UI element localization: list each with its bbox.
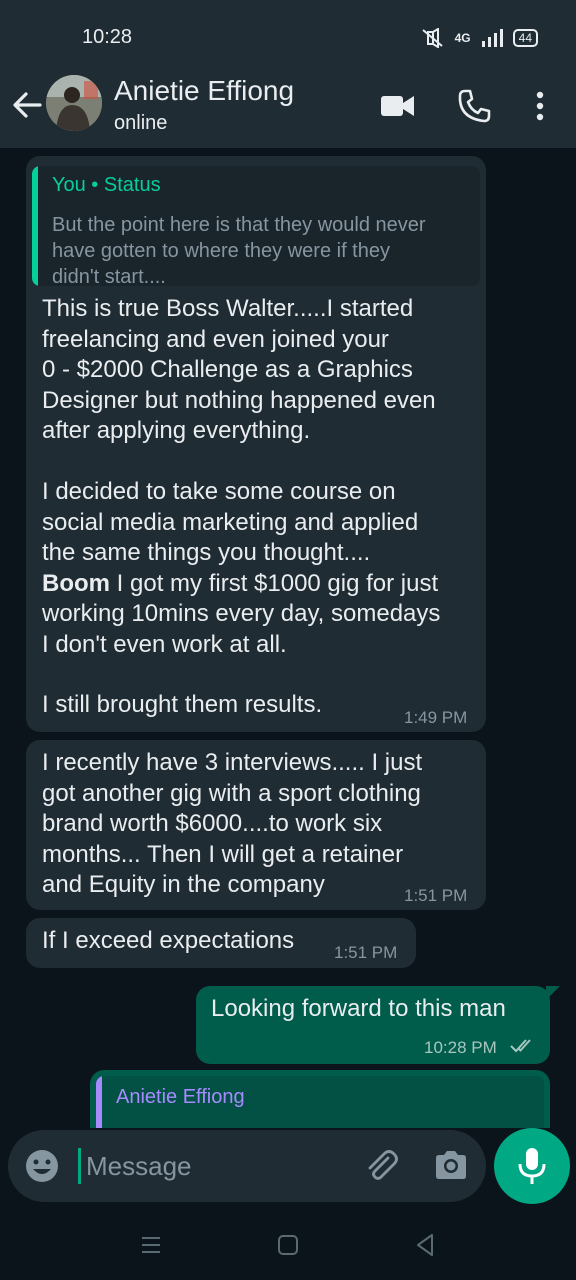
- signal-icon: [481, 29, 503, 47]
- emoji-icon[interactable]: [24, 1148, 60, 1184]
- message-bubble-incoming[interactable]: You • Status But the point here is that …: [26, 156, 486, 732]
- chat-area[interactable]: You • Status But the point here is that …: [0, 148, 576, 1128]
- quoted-message[interactable]: Anietie Effiong: [96, 1076, 544, 1128]
- message-input[interactable]: [86, 1146, 346, 1186]
- message-text: I decided to take some course on social …: [42, 477, 482, 660]
- quote-title: You • Status: [52, 174, 161, 196]
- message-bubble-outgoing[interactable]: Looking forward to this man 10:28 PM: [196, 986, 550, 1064]
- quote-line: have gotten to where they were if they: [52, 240, 390, 262]
- message-time: 1:51 PM: [404, 886, 468, 905]
- message-text: I still brought them results.: [42, 691, 323, 718]
- back-arrow-icon[interactable]: [10, 88, 44, 122]
- message-time: 10:28 PM: [424, 1038, 497, 1057]
- read-ticks-icon: [510, 1039, 531, 1053]
- home-icon[interactable]: [273, 1230, 303, 1260]
- message-time: 1:51 PM: [334, 943, 398, 962]
- chat-header: Anietie Effiong online: [0, 70, 576, 148]
- status-bar: 10:28 4G 44: [0, 0, 576, 70]
- mic-icon: [518, 1148, 546, 1184]
- message-bubble-incoming[interactable]: I recently have 3 interviews..... I just…: [26, 740, 486, 910]
- phone-icon[interactable]: [456, 88, 492, 124]
- quote-bar: [96, 1076, 102, 1128]
- message-composer: [8, 1130, 486, 1202]
- status-time: 10:28: [82, 26, 133, 48]
- message-text: This is true Boss Walter.....I started f…: [42, 295, 436, 444]
- status-icons: 4G 44: [419, 28, 538, 48]
- avatar-image: [46, 75, 102, 131]
- bold-word: Boom: [42, 569, 110, 597]
- contact-status: online: [114, 112, 168, 134]
- network-type: 4G: [454, 31, 471, 45]
- menu-icon[interactable]: [136, 1230, 166, 1260]
- message-text: Looking forward to this man: [211, 995, 506, 1022]
- mute-icon: [421, 28, 443, 48]
- back-icon[interactable]: [410, 1230, 440, 1260]
- message-text: If I exceed expectations: [42, 927, 295, 954]
- text-caret: [78, 1148, 81, 1184]
- bubble-tail: [546, 986, 560, 1000]
- message-text-part: I decided to take some course on social …: [42, 478, 419, 566]
- message-bubble-outgoing[interactable]: Anietie Effiong: [90, 1070, 550, 1128]
- video-call-icon[interactable]: [380, 88, 416, 124]
- quote-line: But the point here is that they would ne…: [52, 214, 426, 236]
- avatar[interactable]: [46, 75, 102, 131]
- attach-icon[interactable]: [362, 1146, 400, 1184]
- quote-bar: [32, 166, 38, 286]
- battery-indicator: 44: [512, 29, 538, 47]
- mic-button[interactable]: [494, 1128, 570, 1204]
- contact-name[interactable]: Anietie Effiong: [114, 75, 294, 107]
- camera-icon[interactable]: [432, 1146, 470, 1184]
- message-bubble-incoming[interactable]: If I exceed expectations 1:51 PM: [26, 918, 416, 968]
- message-time: 1:49 PM: [404, 708, 468, 727]
- system-nav-bar: [0, 1210, 576, 1280]
- quoted-status[interactable]: You • Status But the point here is that …: [32, 166, 480, 286]
- message-text: I recently have 3 interviews..... I just…: [42, 749, 423, 898]
- more-vert-icon[interactable]: [522, 88, 558, 124]
- quote-title: Anietie Effiong: [116, 1086, 245, 1108]
- quote-line: didn't start....: [52, 266, 166, 286]
